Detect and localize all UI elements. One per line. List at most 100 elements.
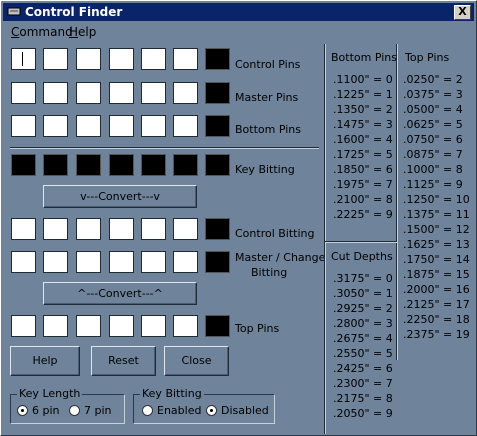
key-length-6pin-radio[interactable]: 6 pin (17, 404, 60, 417)
top-pin-value: .2250" = 18 (403, 313, 470, 326)
key-length-group: Key Length 6 pin 7 pin (10, 387, 125, 424)
cut-depth-value: .2175" = 8 (333, 392, 393, 405)
bottom-pins-box-5[interactable] (141, 115, 166, 137)
key-bitting-box-4[interactable] (109, 154, 134, 176)
key-bitting-box-5[interactable] (141, 154, 166, 176)
control-bitting-box-5[interactable] (141, 218, 166, 240)
radio-dot (69, 405, 80, 416)
top-pin-value: .0500" = 4 (403, 103, 463, 116)
key-bitting-box-2[interactable] (43, 154, 68, 176)
control-bitting-box-3[interactable] (76, 218, 101, 240)
help-button[interactable]: Help (10, 346, 80, 376)
master-pins-box-2[interactable] (43, 82, 68, 104)
control-bitting-box-1[interactable] (11, 218, 36, 240)
master-change-bitting-box-2[interactable] (43, 251, 68, 273)
master-change-bitting-box-1[interactable] (11, 251, 36, 273)
key-bitting-box-7[interactable] (205, 154, 230, 176)
cut-depth-value: .2675" = 4 (333, 332, 393, 345)
key-bitting-label: Key Bitting (235, 163, 295, 176)
master-pins-label: Master Pins (235, 91, 299, 104)
master-change-bitting-box-7[interactable] (205, 251, 230, 273)
top-pins-box-6[interactable] (173, 315, 198, 337)
bottom-pin-value: .1850" = 6 (333, 163, 393, 176)
top-pins-box-3[interactable] (76, 315, 101, 337)
close-window-button[interactable]: X (454, 5, 471, 20)
top-pins-box-1[interactable] (11, 315, 36, 337)
key-icon (7, 7, 21, 16)
master-pins-box-1[interactable] (11, 82, 36, 104)
top-pin-value: .2375" = 19 (403, 328, 470, 341)
control-bitting-box-6[interactable] (173, 218, 198, 240)
control-pins-box-5[interactable] (141, 48, 166, 70)
key-length-7pin-radio[interactable]: 7 pin (69, 404, 112, 417)
control-pins-box-1[interactable] (11, 48, 36, 70)
key-bitting-box-6[interactable] (173, 154, 198, 176)
top-pins-box-5[interactable] (141, 315, 166, 337)
convert-up-button[interactable]: ^---Convert---^ (43, 282, 197, 305)
key-bitting-box-3[interactable] (76, 154, 101, 176)
top-pin-value: .1750" = 14 (403, 253, 470, 266)
title-bar[interactable]: Control Finder X (3, 3, 474, 21)
cut-depth-value: .2550" = 5 (333, 347, 393, 360)
master-change-bitting-box-5[interactable] (141, 251, 166, 273)
key-bitting-disabled-radio[interactable]: Disabled (206, 404, 269, 417)
control-pins-box-2[interactable] (43, 48, 68, 70)
cut-depth-value: .2925" = 2 (333, 302, 393, 315)
control-pins-box-3[interactable] (76, 48, 101, 70)
master-pins-box-5[interactable] (141, 82, 166, 104)
top-pins-box-4[interactable] (109, 315, 134, 337)
top-pins-list: .0250" = 2 .0375" = 3 .0500" = 4 .0625" = 5… (403, 72, 470, 342)
column-divider (325, 241, 397, 243)
control-finder-window: Control Finder X Command Help Control Pi… (0, 0, 477, 436)
key-bitting-box-1[interactable] (11, 154, 36, 176)
control-bitting-box-7[interactable] (205, 218, 230, 240)
master-change-bitting-label-2: Bitting (251, 266, 288, 279)
bottom-pins-box-1[interactable] (11, 115, 36, 137)
bottom-pin-value: .1600" = 4 (333, 133, 393, 146)
master-pins-box-3[interactable] (76, 82, 101, 104)
top-pin-value: .1125" = 9 (403, 178, 463, 191)
reset-button[interactable]: Reset (91, 346, 156, 376)
divider (10, 147, 319, 149)
convert-down-button[interactable]: v---Convert---v (43, 185, 197, 208)
bottom-pins-box-4[interactable] (109, 115, 134, 137)
cut-depth-value: .3175" = 0 (333, 272, 393, 285)
key-bitting-enabled-radio[interactable]: Enabled (142, 404, 201, 417)
bottom-pin-value: .1475" = 3 (333, 118, 393, 131)
bottom-pin-value: .2225" = 9 (333, 208, 393, 221)
control-pins-box-4[interactable] (109, 48, 134, 70)
bottom-pins-box-2[interactable] (43, 115, 68, 137)
master-change-bitting-box-3[interactable] (76, 251, 101, 273)
top-pins-box-7[interactable] (205, 315, 230, 337)
bottom-pin-value: .1350" = 2 (333, 103, 393, 116)
top-pin-value: .1375" = 11 (403, 208, 470, 221)
close-button[interactable]: Close (164, 346, 229, 376)
bottom-pins-header: Bottom Pins (331, 51, 397, 64)
radio-dot (17, 405, 28, 416)
top-pin-value: .0625" = 5 (403, 118, 463, 131)
master-pins-box-4[interactable] (109, 82, 134, 104)
bottom-pin-value: .2100" = 8 (333, 193, 393, 206)
bottom-pins-box-3[interactable] (76, 115, 101, 137)
control-pins-box-6[interactable] (173, 48, 198, 70)
top-pin-value: .1625" = 13 (403, 238, 470, 251)
menu-help[interactable]: Help (69, 25, 96, 39)
bottom-pins-box-6[interactable] (173, 115, 198, 137)
bottom-pins-list: .1100" = 0 .1225" = 1 .1350" = 2 .1475" = 3… (333, 72, 393, 222)
top-pin-value: .0250" = 2 (403, 73, 463, 86)
top-pin-value: .2000" = 16 (403, 283, 470, 296)
top-pin-value: .0750" = 6 (403, 133, 463, 146)
column-divider (396, 44, 398, 360)
master-pins-box-7[interactable] (205, 82, 230, 104)
master-pins-box-6[interactable] (173, 82, 198, 104)
cut-depths-list: .3175" = 0 .3050" = 1 .2925" = 2 .2800" = 3… (333, 271, 393, 421)
menu-command[interactable]: Command (11, 25, 73, 39)
cut-depth-value: .2800" = 3 (333, 317, 393, 330)
control-bitting-box-2[interactable] (43, 218, 68, 240)
bottom-pins-box-7[interactable] (205, 115, 230, 137)
master-change-bitting-box-6[interactable] (173, 251, 198, 273)
control-bitting-box-4[interactable] (109, 218, 134, 240)
control-pins-box-7[interactable] (205, 48, 230, 70)
master-change-bitting-box-4[interactable] (109, 251, 134, 273)
top-pins-box-2[interactable] (43, 315, 68, 337)
